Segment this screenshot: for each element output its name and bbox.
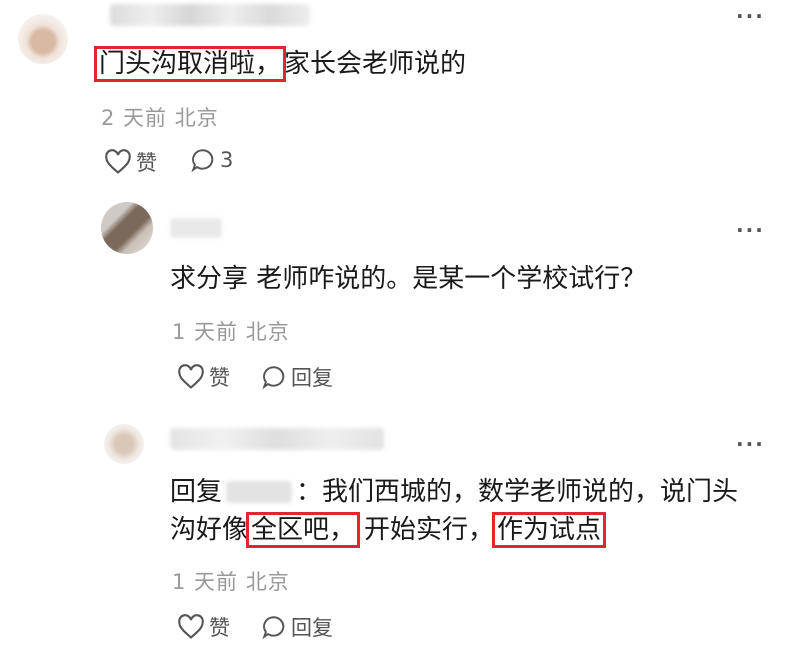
reply-count: 3 xyxy=(220,148,234,172)
avatar[interactable] xyxy=(18,14,68,64)
like-label: 赞 xyxy=(209,616,230,640)
speech-bubble-icon xyxy=(261,614,287,640)
comment-text: 门头沟取消啦， 家长会老师说的 xyxy=(94,46,467,82)
heart-icon xyxy=(104,149,132,175)
highlight-box: 门头沟取消啦， xyxy=(94,46,287,82)
avatar[interactable] xyxy=(101,202,153,254)
reply-label: 回复 xyxy=(291,616,333,640)
comment-line-2-a: 沟好像 xyxy=(170,515,249,545)
more-icon[interactable]: ··· xyxy=(736,4,765,28)
like-button[interactable]: 赞 xyxy=(177,362,230,392)
highlight-box: 全区吧， xyxy=(246,512,361,548)
comment-line-2: 沟好像 全区吧， 开始实行， 作为试点 xyxy=(170,512,770,548)
speech-bubble-icon xyxy=(261,364,287,390)
comment-meta: 1 天前 北京 xyxy=(172,570,290,594)
reply-button[interactable]: 回复 xyxy=(261,362,333,392)
username-blurred[interactable] xyxy=(110,4,310,26)
comment-count-button[interactable]: 3 xyxy=(190,147,233,173)
like-button[interactable]: 赞 xyxy=(104,147,157,177)
like-button[interactable]: 赞 xyxy=(177,612,230,642)
mention-username-blurred[interactable] xyxy=(226,481,293,503)
like-label: 赞 xyxy=(136,151,157,175)
speech-bubble-icon xyxy=(190,147,216,173)
more-icon[interactable]: ··· xyxy=(736,218,765,242)
username-blurred[interactable] xyxy=(170,428,384,450)
comment-text-rest: 家长会老师说的 xyxy=(284,49,467,79)
more-icon[interactable]: ··· xyxy=(736,432,765,456)
avatar[interactable] xyxy=(104,424,144,464)
like-label: 赞 xyxy=(209,366,230,390)
reply-prefix: 回复 xyxy=(170,477,223,507)
username-blurred[interactable] xyxy=(170,218,222,238)
comment-text: 求分享 老师咋说的。是某一个学校试行？ xyxy=(170,264,647,294)
comment-line-1: 回复 ：我们西城的，数学老师说的，说门头 xyxy=(170,474,770,510)
heart-icon xyxy=(177,364,205,390)
comment-line-2-b: 开始实行， xyxy=(364,515,495,545)
comment-meta: 1 天前 北京 xyxy=(172,320,290,344)
comment-line-1-text: ：我们西城的，数学老师说的，说门头 xyxy=(296,477,739,507)
reply-label: 回复 xyxy=(291,366,333,390)
comment-text: 回复 ：我们西城的，数学老师说的，说门头 沟好像 全区吧， 开始实行， 作为试点 xyxy=(170,474,770,548)
reply-button[interactable]: 回复 xyxy=(261,612,333,642)
comment-meta: 2 天前 北京 xyxy=(101,106,219,130)
highlight-box: 作为试点 xyxy=(492,512,607,548)
heart-icon xyxy=(177,614,205,640)
